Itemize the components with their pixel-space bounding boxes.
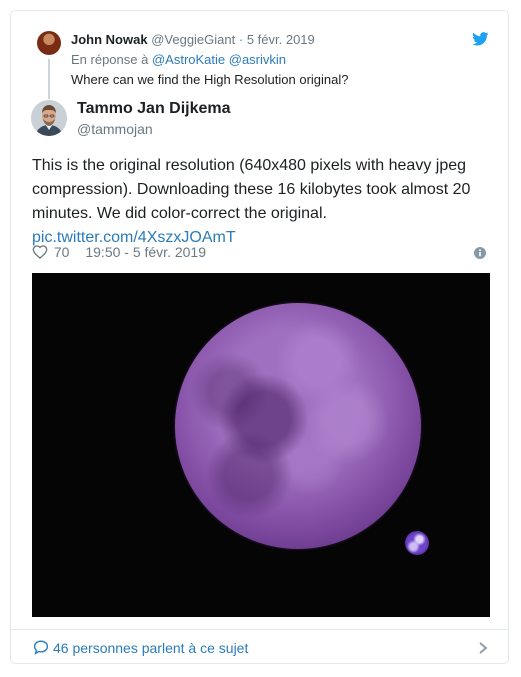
like-count[interactable]: 70 bbox=[54, 244, 70, 260]
reply-prefix: En réponse à bbox=[71, 52, 149, 67]
conversation-count[interactable]: 46 personnes parlent à ce sujet bbox=[53, 640, 248, 656]
author-handle[interactable]: @tammojan bbox=[77, 121, 153, 137]
separator-dot: · bbox=[238, 32, 244, 47]
author-portrait bbox=[31, 100, 67, 136]
embedded-tweet-card: John Nowak @VeggieGiant · 5 févr. 2019 E… bbox=[10, 10, 509, 664]
info-icon[interactable] bbox=[474, 247, 486, 259]
tweet-text-line: compression). Downloading these 16 kilob… bbox=[32, 181, 471, 198]
parent-avatar[interactable] bbox=[37, 31, 61, 55]
tweet-meta: 70 19:50 - 5 févr. 2019 bbox=[32, 244, 206, 264]
chevron-right-icon[interactable] bbox=[478, 642, 488, 654]
tweet-text-line: minutes. We did color-correct the origin… bbox=[32, 205, 327, 222]
parent-author-name[interactable]: John Nowak bbox=[71, 32, 148, 47]
author-name[interactable]: Tammo Jan Dijkema bbox=[77, 100, 231, 118]
tweet-timestamp[interactable]: 19:50 - 5 févr. 2019 bbox=[85, 244, 206, 260]
tweet-text: This is the original resolution (640x480… bbox=[32, 154, 492, 250]
parent-tweet-text: Where can we find the High Resolution or… bbox=[71, 72, 349, 87]
parent-date[interactable]: 5 févr. 2019 bbox=[247, 32, 315, 47]
moon-image bbox=[175, 303, 421, 549]
reply-context: En réponse à @AstroKatie @asrivkin bbox=[71, 52, 286, 67]
conversation-link[interactable]: 46 personnes parlent à ce sujet bbox=[11, 630, 508, 664]
parent-tweet[interactable]: John Nowak @VeggieGiant · 5 févr. 2019 E… bbox=[11, 11, 508, 106]
earth-image bbox=[405, 531, 429, 555]
parent-header: John Nowak @VeggieGiant · 5 févr. 2019 bbox=[71, 32, 315, 47]
thread-connector bbox=[48, 59, 50, 99]
tweet-photo[interactable] bbox=[32, 273, 490, 617]
author-avatar[interactable] bbox=[31, 100, 67, 136]
heart-icon[interactable] bbox=[32, 244, 48, 260]
twitter-bird-icon[interactable] bbox=[472, 32, 489, 46]
parent-author-handle[interactable]: @VeggieGiant bbox=[151, 32, 235, 47]
speech-bubble-icon bbox=[33, 640, 49, 655]
tweet-text-line: This is the original resolution (640x480… bbox=[32, 157, 467, 174]
reply-mentions[interactable]: @AstroKatie @asrivkin bbox=[152, 52, 286, 67]
